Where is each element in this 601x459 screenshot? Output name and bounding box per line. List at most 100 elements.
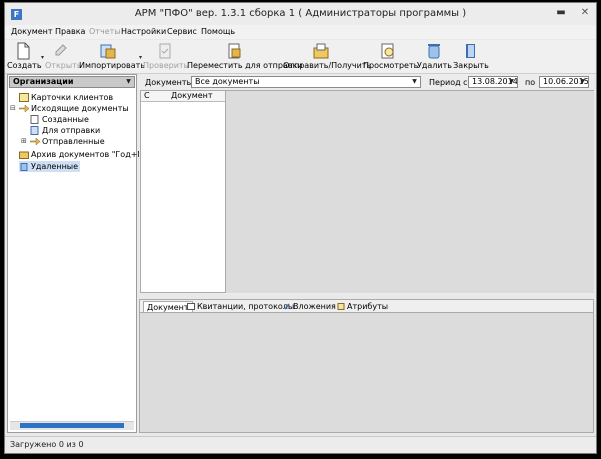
- documents-pane: Документы: Все документы ▼ Период с 13.0…: [139, 74, 594, 294]
- outgoing-arrow-icon: [19, 104, 29, 113]
- navigation-tree-pane: Организации ▼ Карточки клиентов ⊟ Исходя…: [7, 74, 154, 433]
- menu-service[interactable]: Сервис: [167, 27, 197, 36]
- chevron-down-icon: ▼: [509, 78, 514, 85]
- minimize-button[interactable]: ▬: [551, 5, 571, 21]
- delete-button[interactable]: Удалить: [417, 40, 452, 73]
- move-for-send-label: Переместить для отправки: [187, 61, 303, 70]
- filter-bar: Документы: Все документы ▼ Период с 13.0…: [139, 74, 594, 90]
- paperclip-icon: [284, 303, 290, 310]
- menu-settings[interactable]: Настройки: [121, 27, 166, 36]
- import-icon: [100, 44, 116, 59]
- for-send-icon: [30, 126, 39, 135]
- tab-attachments[interactable]: Вложения: [280, 301, 339, 312]
- grid-empty-area: [226, 90, 594, 293]
- status-bar: Загружено 0 из 0: [5, 436, 596, 453]
- import-button[interactable]: Импортировать: [79, 40, 146, 73]
- tree-item-archive[interactable]: Архив документов "Год+Мес: [19, 149, 154, 160]
- tree-item-label: Удаленные: [31, 162, 79, 171]
- exit-door-icon: [466, 44, 475, 58]
- move-for-send-button[interactable]: Переместить для отправки: [187, 40, 303, 73]
- delete-label: Удалить: [417, 61, 452, 70]
- status-text: Загружено 0 из 0: [10, 440, 84, 449]
- period-to-label: по: [525, 78, 536, 87]
- details-pane: Документ Квитанции, протоколы Вложения А…: [139, 299, 594, 433]
- view-document-icon: [381, 43, 394, 59]
- expander-sent[interactable]: ⊞: [21, 137, 27, 146]
- chevron-down-icon: ▼: [580, 78, 585, 85]
- check-icon: [159, 43, 171, 59]
- documents-filter-select[interactable]: Все документы ▼: [191, 76, 421, 88]
- title-bar: F АРМ "ПФО" вер. 1.3.1 сборка 1 ( Админи…: [5, 3, 596, 25]
- recycle-bin-icon: [20, 163, 28, 171]
- create-label: Создать: [7, 61, 42, 70]
- documents-filter-value: Все документы: [195, 77, 260, 86]
- view-label: Просмотреть: [363, 61, 419, 70]
- close-button[interactable]: ✕: [575, 5, 595, 21]
- trash-icon: [428, 44, 440, 59]
- tree-item-outgoing[interactable]: Исходящие документы: [19, 103, 129, 114]
- view-button[interactable]: Просмотреть: [363, 40, 419, 73]
- send-receive-label: Отправить/Получить: [283, 61, 372, 70]
- open-button[interactable]: Открыть: [45, 40, 82, 73]
- send-receive-icon: [313, 43, 329, 59]
- menu-document[interactable]: Документ: [11, 27, 53, 36]
- documents-grid[interactable]: С Документ: [140, 90, 226, 293]
- tree-item-label: Исходящие документы: [31, 104, 129, 113]
- new-document-icon: [17, 42, 30, 60]
- menu-bar: Документ Правка Отчеты Настройки Сервис …: [5, 25, 596, 39]
- tree-item-label: Архив документов "Год+Мес: [31, 150, 154, 159]
- archive-box-icon: [19, 151, 29, 159]
- tab-label: Вложения: [293, 302, 336, 311]
- created-doc-icon: [30, 115, 39, 124]
- grid-header: С Документ: [141, 91, 225, 102]
- menu-reports[interactable]: Отчеты: [89, 27, 121, 36]
- tree-item-for-send[interactable]: Для отправки: [30, 125, 100, 136]
- cards-icon: [19, 93, 29, 102]
- import-dropdown-arrow[interactable]: ▾: [139, 54, 142, 61]
- move-document-icon: [228, 43, 241, 59]
- expander-outgoing[interactable]: ⊟: [10, 104, 16, 113]
- menu-edit[interactable]: Правка: [55, 27, 85, 36]
- sent-icon: [30, 137, 40, 146]
- tree-item-sent[interactable]: Отправленные: [30, 136, 105, 147]
- period-from-label: Период с: [429, 78, 468, 87]
- app-window: F АРМ "ПФО" вер. 1.3.1 сборка 1 ( Админи…: [4, 2, 597, 454]
- chevron-down-icon: ▼: [412, 78, 417, 85]
- column-document[interactable]: Документ: [171, 91, 213, 101]
- documents-filter-label: Документы:: [145, 78, 196, 87]
- tab-attributes[interactable]: Атрибуты: [334, 301, 391, 312]
- tab-label: Атрибуты: [347, 302, 389, 311]
- chevron-down-icon: ▼: [126, 78, 131, 85]
- organization-selector[interactable]: Организации ▼: [9, 76, 135, 88]
- toolbar: Создать ▾ Открыть Импортировать ▾ Провер…: [5, 40, 596, 74]
- open-label: Открыть: [45, 61, 82, 70]
- period-to-date[interactable]: 10.06.2015 ▼: [539, 76, 589, 88]
- receipt-icon: [187, 303, 195, 310]
- open-icon: [55, 44, 67, 56]
- close-doc-label: Закрыть: [453, 61, 489, 70]
- tree-item-label: Созданные: [42, 115, 89, 124]
- check-button[interactable]: Проверить: [143, 40, 189, 73]
- close-doc-button[interactable]: Закрыть: [451, 40, 491, 73]
- organization-selector-label: Организации: [13, 77, 74, 86]
- details-tabs: Документ Квитанции, протоколы Вложения А…: [140, 300, 593, 313]
- check-label: Проверить: [143, 61, 189, 70]
- period-from-date[interactable]: 13.08.2014 ▼: [468, 76, 518, 88]
- tree-item-label: Карточки клиентов: [31, 93, 114, 102]
- tree-item-label: Для отправки: [42, 126, 101, 135]
- send-receive-button[interactable]: Отправить/Получить: [283, 40, 372, 73]
- scrollbar-thumb[interactable]: [20, 423, 124, 428]
- window-title: АРМ "ПФО" вер. 1.3.1 сборка 1 ( Админист…: [134, 8, 467, 19]
- tab-label: Документ: [147, 303, 189, 312]
- menu-help[interactable]: Помощь: [201, 27, 235, 36]
- create-button[interactable]: Создать: [7, 40, 42, 73]
- import-label: Импортировать: [79, 61, 146, 70]
- create-dropdown-arrow[interactable]: ▾: [41, 54, 44, 61]
- horizontal-scrollbar[interactable]: [10, 421, 134, 430]
- column-status[interactable]: С: [144, 91, 150, 101]
- tree-item-client-cards[interactable]: Карточки клиентов: [19, 92, 113, 103]
- tree-item-deleted[interactable]: Удаленные: [19, 161, 81, 172]
- tree-item-created[interactable]: Созданные: [30, 114, 89, 125]
- attributes-icon: [337, 303, 345, 310]
- tree-item-label: Отправленные: [42, 137, 105, 146]
